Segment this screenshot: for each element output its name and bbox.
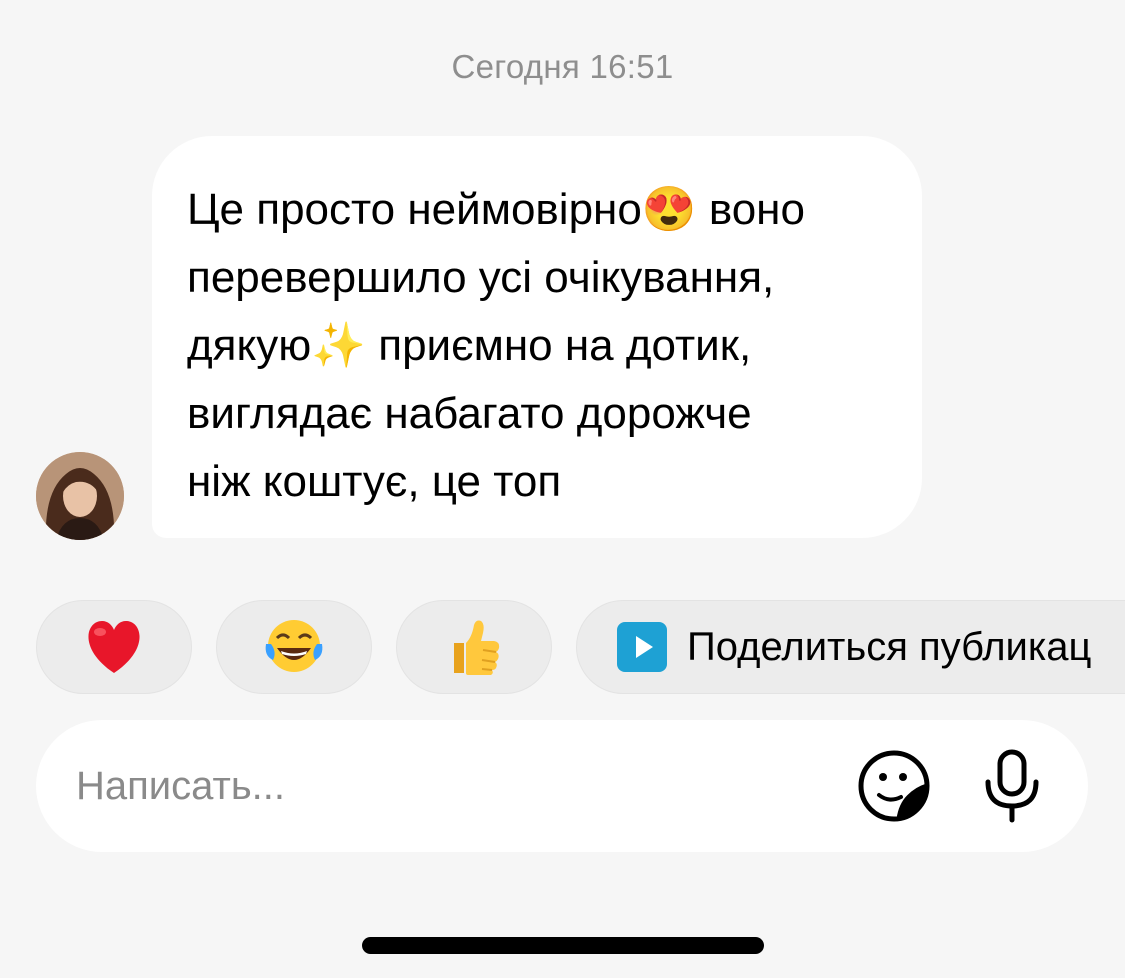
red-heart-icon	[88, 621, 140, 673]
avatar[interactable]	[36, 452, 124, 540]
react-thumbs-up-button[interactable]	[396, 600, 552, 694]
message-line: перевершило усі очікування,	[187, 253, 775, 302]
home-indicator[interactable]	[362, 937, 764, 954]
microphone-icon	[985, 749, 1039, 823]
message-bubble[interactable]: Це просто неймовірно😍 воно перевершило у…	[152, 136, 922, 538]
thumbs-up-icon	[454, 620, 500, 675]
message-line: Це просто неймовірно😍 воно	[187, 185, 805, 234]
react-laugh-button[interactable]	[216, 600, 372, 694]
share-publication-button[interactable]: Поделиться публикац	[576, 600, 1125, 694]
message-timestamp: Сегодня 16:51	[451, 48, 674, 85]
react-heart-button[interactable]	[36, 600, 192, 694]
sticker-icon	[858, 750, 930, 822]
message-line: ніж коштує, це топ	[187, 457, 562, 506]
share-publication-label: Поделиться публикац	[687, 624, 1092, 669]
message-line: дякую✨ приємно на дотик,	[187, 321, 752, 370]
message-composer	[36, 720, 1088, 852]
tears-of-joy-icon	[265, 620, 323, 672]
microphone-button[interactable]	[972, 746, 1052, 826]
message-input[interactable]	[76, 758, 776, 814]
message-line: виглядає набагато дорожче	[187, 389, 752, 438]
quick-reactions-bar: Поделиться публикац	[0, 600, 1125, 696]
play-icon	[617, 622, 667, 672]
sticker-button[interactable]	[854, 746, 934, 826]
